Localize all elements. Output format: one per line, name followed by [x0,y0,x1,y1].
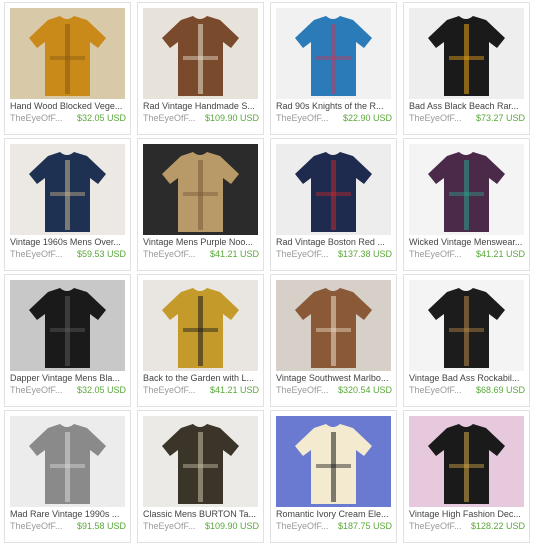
shop-name[interactable]: TheEyeOfF... [409,521,467,532]
listing-card[interactable]: Dapper Vintage Mens Bla... TheEyeOfF... $3… [4,274,131,407]
listing-card[interactable]: Rad Vintage Boston Red ... TheEyeOfF... $1… [270,138,397,271]
listing-price: $73.27 USD [475,113,525,123]
listing-title[interactable]: Wicked Vintage Menswear... [409,237,526,248]
listing-title[interactable]: Classic Mens BURTON Ta... [143,509,260,520]
shop-name[interactable]: TheEyeOfF... [10,113,68,124]
listing-title[interactable]: Rad Vintage Handmade S... [143,101,260,112]
shop-name[interactable]: TheEyeOfF... [10,249,68,260]
listing-grid: Hand Wood Blocked Vege... TheEyeOfF... $32… [4,2,530,543]
listing-card[interactable]: Vintage High Fashion Dec... TheEyeOfF... $… [403,410,530,543]
gold-vest-photo [143,280,258,371]
listing-title[interactable]: Dapper Vintage Mens Bla... [10,373,127,384]
listing-title[interactable]: Rad 90s Knights of the R... [276,101,393,112]
listing-price: $22.90 USD [342,113,392,123]
listing-price: $137.38 USD [337,249,392,259]
listing-title[interactable]: Romantic Ivory Cream Ele... [276,509,393,520]
listing-price: $187.75 USD [337,521,392,531]
listing-card[interactable]: Mad Rare Vintage 1990s ... TheEyeOfF... $9… [4,410,131,543]
listing-title[interactable]: Vintage High Fashion Dec... [409,509,526,520]
listing-thumbnail[interactable] [143,8,258,99]
listing-thumbnail[interactable] [276,8,391,99]
listing-price: $32.05 USD [76,113,126,123]
listing-card[interactable]: Hand Wood Blocked Vege... TheEyeOfF... $32… [4,2,131,135]
shop-name[interactable]: TheEyeOfF... [409,249,467,260]
beach-shirt-photo [409,8,524,99]
listing-card[interactable]: Back to the Garden with L... TheEyeOfF...… [137,274,264,407]
shop-name[interactable]: TheEyeOfF... [143,521,201,532]
mustard-shirt-photo [10,8,125,99]
shop-name[interactable]: TheEyeOfF... [409,385,467,396]
listing-card[interactable]: Classic Mens BURTON Ta... TheEyeOfF... $10… [137,410,264,543]
shop-name[interactable]: TheEyeOfF... [143,249,201,260]
listing-title[interactable]: Bad Ass Black Beach Rar... [409,101,526,112]
listing-thumbnail[interactable] [276,144,391,235]
listing-title[interactable]: Hand Wood Blocked Vege... [10,101,127,112]
listing-card[interactable]: Wicked Vintage Menswear... TheEyeOfF... $4… [403,138,530,271]
fashion-model-photo [409,416,524,507]
listing-price: $320.54 USD [337,385,392,395]
listing-title[interactable]: Back to the Garden with L... [143,373,260,384]
listing-price: $68.69 USD [475,385,525,395]
shop-name[interactable]: TheEyeOfF... [409,113,467,124]
listing-title[interactable]: Vintage Mens Purple Noo... [143,237,260,248]
houndstooth-blazer-photo [143,416,258,507]
listing-thumbnail[interactable] [276,280,391,371]
listing-card[interactable]: Vintage 1960s Mens Over... TheEyeOfF... $5… [4,138,131,271]
shop-name[interactable]: TheEyeOfF... [10,385,68,396]
listing-price: $91.58 USD [76,521,126,531]
listing-thumbnail[interactable] [10,8,125,99]
listing-price: $109.90 USD [204,113,259,123]
listing-card[interactable]: Vintage Southwest Marlbo... TheEyeOfF... $… [270,274,397,407]
floral-skirt-photo [143,144,258,235]
listing-card[interactable]: Romantic Ivory Cream Ele... TheEyeOfF... $… [270,410,397,543]
listing-thumbnail[interactable] [143,280,258,371]
listing-card[interactable]: Bad Ass Black Beach Rar... TheEyeOfF... $7… [403,2,530,135]
listing-thumbnail[interactable] [143,144,258,235]
shop-name[interactable]: TheEyeOfF... [276,249,334,260]
listing-price: $41.21 USD [209,385,259,395]
listing-thumbnail[interactable] [409,416,524,507]
listing-thumbnail[interactable] [409,8,524,99]
listing-title[interactable]: Mad Rare Vintage 1990s ... [10,509,127,520]
ivory-coat-model-photo [276,416,391,507]
listing-price: $59.53 USD [76,249,126,259]
shop-name[interactable]: TheEyeOfF... [10,521,68,532]
listing-card[interactable]: Rad Vintage Handmade S... TheEyeOfF... $10… [137,2,264,135]
listing-thumbnail[interactable] [143,416,258,507]
shop-name[interactable]: TheEyeOfF... [276,113,334,124]
listing-price: $41.21 USD [209,249,259,259]
listing-thumbnail[interactable] [409,144,524,235]
listing-thumbnail[interactable] [10,280,125,371]
sheepskin-coat-photo [276,280,391,371]
listing-price: $32.05 USD [76,385,126,395]
listing-thumbnail[interactable] [276,416,391,507]
listing-title[interactable]: Vintage 1960s Mens Over... [10,237,127,248]
silver-shirt-photo [10,416,125,507]
fedora-hat-photo [409,280,524,371]
listing-thumbnail[interactable] [409,280,524,371]
shop-name[interactable]: TheEyeOfF... [143,113,201,124]
listing-title[interactable]: Rad Vintage Boston Red ... [276,237,393,248]
shop-name[interactable]: TheEyeOfF... [143,385,201,396]
listing-card[interactable]: Rad 90s Knights of the R... TheEyeOfF... $… [270,2,397,135]
listing-title[interactable]: Vintage Southwest Marlbo... [276,373,393,384]
listing-card[interactable]: Vintage Mens Purple Noo... TheEyeOfF... $4… [137,138,264,271]
navy-cardigan-photo [10,144,125,235]
listing-title[interactable]: Vintage Bad Ass Rockabil... [409,373,526,384]
shop-name[interactable]: TheEyeOfF... [276,385,334,396]
listing-price: $41.21 USD [475,249,525,259]
listing-price: $128.22 USD [470,521,525,531]
black-shoes-photo [10,280,125,371]
plaid-shirt-photo [276,8,391,99]
nordic-cardigan-photo [143,8,258,99]
listing-card[interactable]: Vintage Bad Ass Rockabil... TheEyeOfF... $… [403,274,530,407]
listing-thumbnail[interactable] [10,416,125,507]
shop-name[interactable]: TheEyeOfF... [276,521,334,532]
listing-price: $109.90 USD [204,521,259,531]
purple-sweater-photo [409,144,524,235]
listing-thumbnail[interactable] [10,144,125,235]
boston-jacket-photo [276,144,391,235]
